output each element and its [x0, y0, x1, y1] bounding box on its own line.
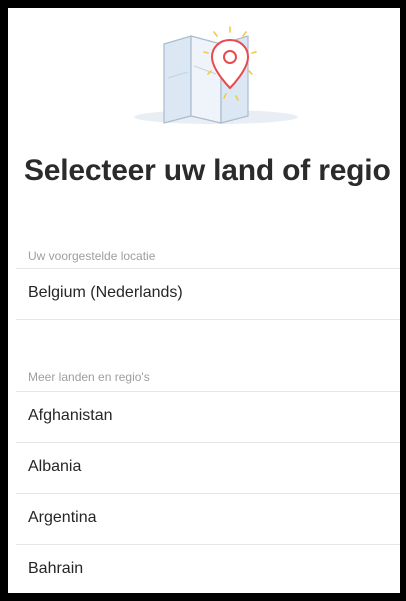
- map-pin-icon: [134, 26, 298, 124]
- list-item-label: Bahrain: [28, 560, 84, 577]
- list-item-label: Albania: [28, 458, 82, 475]
- list-item-country[interactable]: Argentina: [16, 494, 400, 544]
- list-item-label: Argentina: [28, 509, 97, 526]
- list-item-suggested-location[interactable]: Belgium (Nederlands): [16, 269, 400, 319]
- map-illustration: [8, 8, 400, 138]
- more-countries-label: Meer landen en regio's: [28, 370, 150, 384]
- list-item-country[interactable]: Afghanistan: [16, 392, 400, 442]
- list-item-label: Afghanistan: [28, 407, 113, 424]
- divider: [16, 319, 400, 320]
- list-item-country[interactable]: Albania: [16, 443, 400, 493]
- list-item-label: Belgium (Nederlands): [28, 284, 183, 301]
- list-item-country[interactable]: Bahrain: [16, 545, 400, 593]
- screen: Selecteer uw land of regio Uw voorgestel…: [8, 8, 400, 593]
- suggested-location-label: Uw voorgestelde locatie: [28, 249, 156, 263]
- page-title: Selecteer uw land of regio: [24, 154, 391, 187]
